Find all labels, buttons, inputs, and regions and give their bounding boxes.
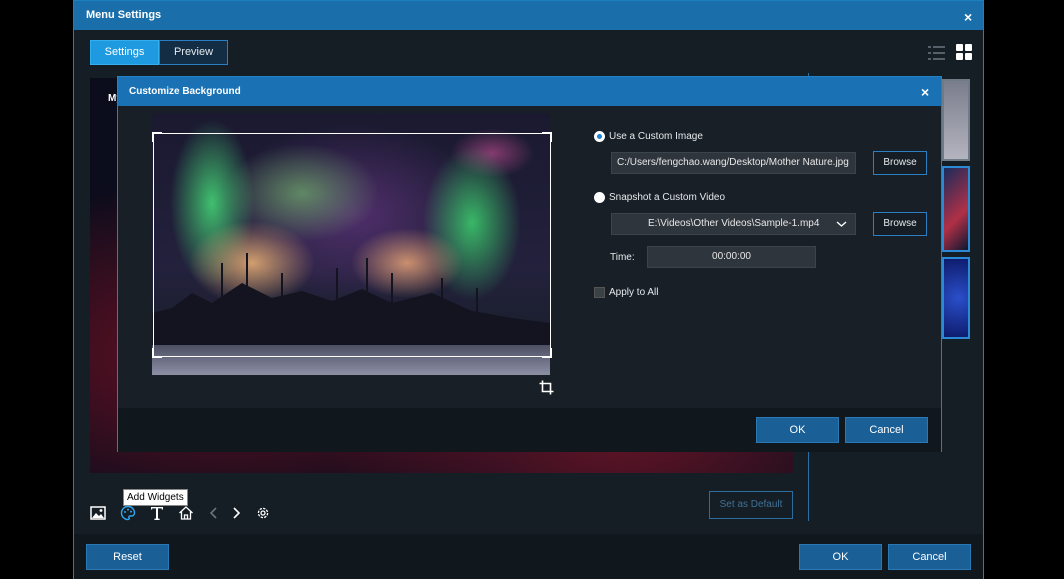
apply-to-all-label: Apply to All bbox=[609, 287, 659, 298]
snapshot-custom-video-label: Snapshot a Custom Video bbox=[609, 192, 726, 203]
image-icon[interactable] bbox=[90, 505, 106, 521]
time-field[interactable]: 00:00:00 bbox=[647, 246, 816, 268]
template-thumbnail[interactable] bbox=[942, 257, 970, 339]
dialog-title-bar: Customize Background × bbox=[118, 77, 941, 106]
apply-to-all-checkbox[interactable] bbox=[594, 287, 605, 298]
ok-button[interactable]: OK bbox=[799, 544, 882, 570]
chevron-left-icon[interactable] bbox=[206, 505, 222, 521]
video-file-select[interactable]: E:\Videos\Other Videos\Sample-1.mp4 bbox=[611, 213, 856, 235]
reset-button[interactable]: Reset bbox=[86, 544, 169, 570]
crop-icon[interactable] bbox=[539, 380, 554, 395]
dialog-ok-button[interactable]: OK bbox=[756, 417, 839, 443]
template-thumbnail[interactable] bbox=[942, 79, 970, 161]
list-view-icon[interactable] bbox=[928, 44, 945, 61]
chevron-down-icon bbox=[836, 221, 847, 227]
cancel-button[interactable]: Cancel bbox=[888, 544, 971, 570]
gear-icon[interactable] bbox=[255, 505, 271, 521]
set-as-default-button[interactable]: Set as Default bbox=[709, 491, 793, 519]
chevron-right-icon[interactable] bbox=[228, 505, 244, 521]
grid-view-icon[interactable] bbox=[956, 44, 973, 61]
tab-preview[interactable]: Preview bbox=[159, 40, 228, 65]
use-custom-image-label: Use a Custom Image bbox=[609, 131, 703, 142]
text-icon[interactable] bbox=[149, 505, 165, 521]
window-footer: Reset OK Cancel bbox=[74, 534, 983, 579]
dialog-footer: OK Cancel bbox=[118, 408, 941, 452]
image-path-field[interactable]: C:/Users/fengchao.wang/Desktop/Mother Na… bbox=[611, 152, 856, 174]
palette-icon[interactable] bbox=[120, 505, 136, 521]
time-label: Time: bbox=[610, 252, 635, 263]
dialog-cancel-button[interactable]: Cancel bbox=[845, 417, 928, 443]
window-title: Menu Settings bbox=[86, 9, 162, 21]
tab-settings[interactable]: Settings bbox=[90, 40, 159, 65]
snapshot-custom-video-radio[interactable] bbox=[594, 192, 605, 203]
browse-video-button[interactable]: Browse bbox=[873, 212, 927, 236]
use-custom-image-radio[interactable] bbox=[594, 131, 605, 142]
browse-image-button[interactable]: Browse bbox=[873, 151, 927, 175]
add-widgets-tooltip: Add Widgets bbox=[123, 489, 188, 506]
dialog-close-icon[interactable]: × bbox=[921, 85, 929, 99]
customize-background-dialog: Customize Background × Use a Custom Imag… bbox=[117, 76, 942, 452]
template-thumbnail[interactable] bbox=[942, 166, 970, 252]
window-title-bar: Menu Settings × bbox=[74, 1, 983, 30]
crop-frame[interactable] bbox=[152, 132, 552, 358]
close-icon[interactable]: × bbox=[964, 10, 972, 24]
video-file-value: E:\Videos\Other Videos\Sample-1.mp4 bbox=[648, 218, 820, 229]
dialog-title: Customize Background bbox=[129, 86, 241, 97]
home-icon[interactable] bbox=[178, 505, 194, 521]
